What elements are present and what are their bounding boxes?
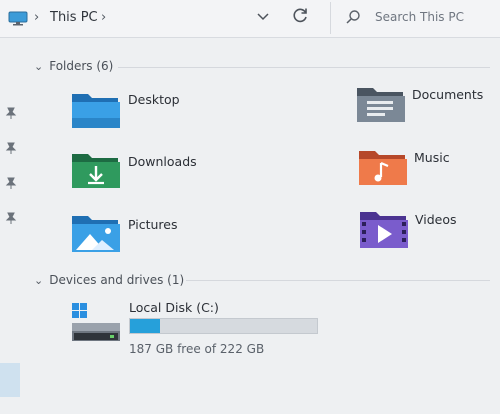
folder-label: Videos	[415, 212, 457, 227]
address-bar[interactable]: › This PC ›	[0, 0, 318, 36]
folder-videos[interactable]: Videos	[358, 208, 488, 256]
pin-icon[interactable]	[4, 176, 18, 190]
drive-label: Local Disk (C:)	[129, 300, 219, 315]
folder-music[interactable]: Music	[357, 147, 487, 195]
search-icon	[346, 10, 360, 24]
folder-pictures[interactable]: Pictures	[70, 212, 210, 260]
chevron-down-icon[interactable]: ⌄	[34, 274, 43, 287]
chevron-down-icon[interactable]: ⌄	[34, 60, 43, 73]
sidebar-selected-item[interactable]	[0, 363, 20, 397]
folder-label: Downloads	[128, 154, 197, 169]
music-folder-icon	[359, 151, 407, 185]
folder-desktop[interactable]: Desktop	[70, 88, 200, 136]
pictures-folder-icon	[72, 216, 120, 252]
group-divider	[118, 67, 490, 68]
toolbar: › This PC › Search This PC	[0, 0, 500, 38]
folder-label: Music	[414, 150, 450, 165]
breadcrumb-arrow-icon[interactable]: ›	[34, 10, 39, 25]
folder-label: Documents	[412, 87, 484, 102]
downloads-folder-icon	[72, 154, 120, 188]
folder-label: Desktop	[128, 92, 180, 107]
chevron-down-icon[interactable]	[254, 7, 272, 25]
desktop-folder-icon	[72, 94, 120, 128]
drive-usage-bar	[129, 318, 318, 334]
group-header-label: Devices and drives (1)	[49, 273, 185, 287]
refresh-icon[interactable]	[290, 5, 310, 25]
drive-usage-fill	[130, 319, 160, 333]
this-pc-icon	[8, 11, 28, 26]
folder-documents[interactable]: Documents	[355, 84, 495, 132]
search-input[interactable]: Search This PC	[375, 10, 464, 24]
group-divider	[186, 280, 490, 281]
pin-icon[interactable]	[4, 106, 18, 120]
pin-icon[interactable]	[4, 211, 18, 225]
group-header-drives[interactable]: ⌄ Devices and drives (1)	[34, 273, 184, 287]
drive-free-space: 187 GB free of 222 GB	[129, 342, 265, 356]
pin-icon[interactable]	[4, 141, 18, 155]
drive-local-disk-c[interactable]: Local Disk (C:) 187 GB free of 222 GB	[70, 297, 330, 357]
hard-drive-windows-icon	[72, 303, 120, 341]
breadcrumb-arrow-icon[interactable]: ›	[101, 10, 106, 25]
search-box[interactable]: Search This PC	[330, 2, 500, 34]
folder-downloads[interactable]: Downloads	[70, 150, 210, 198]
folder-label: Pictures	[128, 217, 178, 232]
breadcrumb-this-pc[interactable]: This PC	[50, 10, 98, 25]
group-header-folders[interactable]: ⌄ Folders (6)	[34, 59, 113, 73]
group-header-label: Folders (6)	[49, 59, 114, 73]
documents-folder-icon	[357, 88, 405, 122]
videos-folder-icon	[360, 212, 408, 248]
